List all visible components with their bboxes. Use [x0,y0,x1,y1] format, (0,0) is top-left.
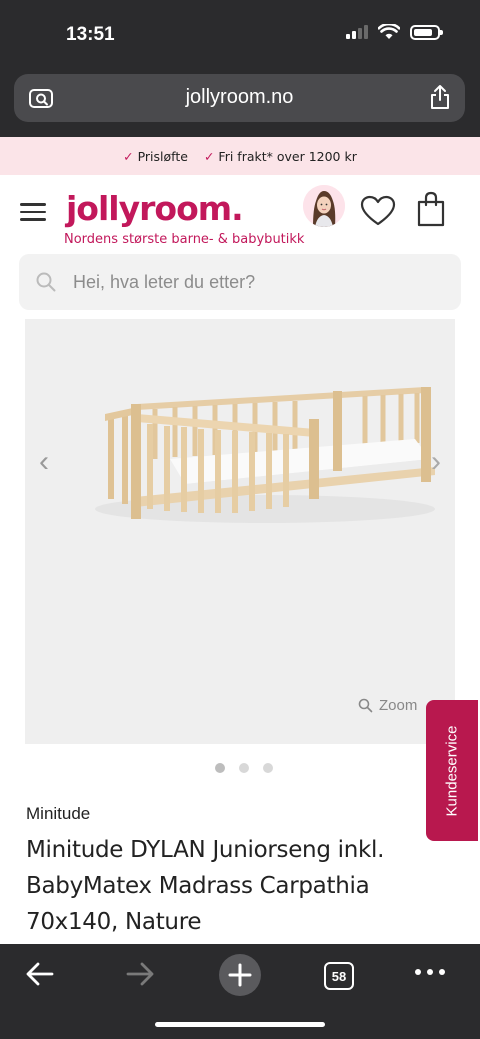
cellular-signal-icon [346,25,368,39]
zoom-button[interactable]: Zoom [358,697,417,714]
search-input[interactable] [73,254,443,310]
check-icon: ✓ [123,148,134,164]
zoom-label: Zoom [379,697,418,714]
customer-service-label: Kundeservice [443,725,461,816]
pagination-dot[interactable] [263,763,273,773]
magnifier-icon [358,698,373,713]
shopping-bag-icon[interactable] [416,191,446,227]
url-text[interactable]: jollyroom.no [14,86,465,109]
promo-item-free-shipping[interactable]: ✓ Fri frakt* over 1200 kr [204,149,357,164]
status-icons [346,24,443,40]
gallery-pagination [215,763,273,773]
product-brand[interactable]: Minitude [26,804,90,824]
promo-item-price-promise[interactable]: ✓ Prisløfte [123,149,188,164]
site-tagline: Nordens største barne- & babybutikk [64,232,305,247]
search-box[interactable] [19,254,461,310]
promo-label: Fri frakt* over 1200 kr [218,148,357,164]
browser-chrome: 13:51 jollyroom.no [0,0,480,137]
site-logo[interactable]: jollyroom. [66,189,244,228]
menu-icon[interactable] [20,203,46,221]
pagination-dot[interactable] [215,763,225,773]
share-icon[interactable] [429,84,451,110]
assistant-avatar[interactable] [303,185,345,227]
chevron-right-icon[interactable]: › [431,445,441,479]
status-time: 13:51 [66,24,115,45]
search-icon [36,272,56,292]
customer-service-tab[interactable]: Kundeservice [426,700,478,841]
home-indicator[interactable] [155,1022,325,1027]
forward-arrow-icon[interactable] [124,960,156,988]
site-header: jollyroom. Nordens største barne- & baby… [0,175,480,253]
check-icon: ✓ [203,148,215,164]
address-bar[interactable]: jollyroom.no [14,74,465,122]
product-title: Minitude DYLAN Juniorseng inkl. BabyMate… [26,837,385,935]
battery-icon [410,24,443,40]
browser-toolbar: 58 [0,944,480,1039]
wishlist-heart-icon[interactable] [360,195,396,227]
product-image-gallery[interactable]: ‹ › Zoom [25,319,455,744]
back-arrow-icon[interactable] [24,960,56,988]
tabs-button[interactable]: 58 [324,962,354,990]
product-image[interactable] [25,319,455,744]
promo-label: Prisløfte [137,148,188,164]
wifi-icon [378,24,400,39]
more-options-icon[interactable] [414,967,446,977]
promo-strip: ✓ Prisløfte ✓ Fri frakt* over 1200 kr [0,137,480,175]
pagination-dot[interactable] [239,763,249,773]
new-tab-plus-icon[interactable] [218,953,262,997]
